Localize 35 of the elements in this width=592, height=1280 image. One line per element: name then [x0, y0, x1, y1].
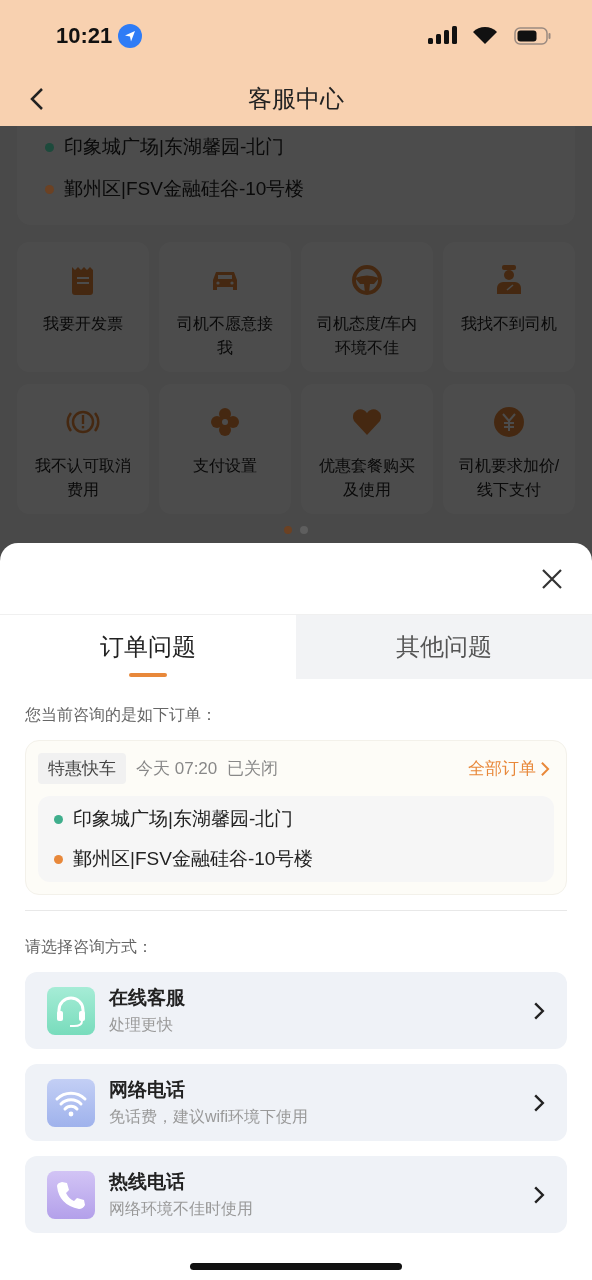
address-text: 印象城广场|东湖馨园-北门: [73, 807, 294, 831]
order-status: 已关闭: [227, 758, 279, 780]
chevron-icon: [533, 1184, 545, 1205]
order-time: 今天 07:20: [136, 758, 218, 780]
option-subtitle: 网络环境不佳时使用: [109, 1199, 254, 1219]
option-subtitle: 处理更快: [109, 1015, 174, 1035]
option-title: 热线电话: [109, 1170, 186, 1194]
chevron-icon: [533, 1092, 545, 1113]
option-title: 在线客服: [109, 986, 186, 1010]
order-prompt: 您当前咨询的是如下订单：: [25, 705, 218, 725]
address-text: 印象城广场|东湖馨园-北门: [64, 135, 285, 159]
contact-option[interactable]: 在线客服 处理更快: [25, 972, 567, 1049]
chevron-icon: [533, 1000, 545, 1021]
tab[interactable]: 其他问题: [296, 615, 592, 679]
contact-option[interactable]: 热线电话 网络环境不佳时使用: [25, 1156, 567, 1233]
contact-option[interactable]: 网络电话 免话费，建议wifi环境下使用: [25, 1064, 567, 1141]
address-text: 鄞州区|FSV金融硅谷-10号楼: [73, 847, 314, 871]
service-tag: 特惠快车: [38, 753, 126, 784]
close-icon: [540, 566, 564, 591]
location-icon: [118, 24, 143, 48]
option-subtitle: 免话费，建议wifi环境下使用: [109, 1107, 310, 1127]
option-title: 网络电话: [109, 1078, 186, 1102]
chevron-icon: [540, 760, 550, 777]
page-title: 客服中心: [248, 84, 344, 114]
back-icon: [30, 87, 44, 111]
address-text: 鄞州区|FSV金融硅谷-10号楼: [64, 177, 305, 201]
signal-icon: [428, 26, 460, 46]
battery-icon: [514, 26, 552, 46]
headset-icon: [47, 986, 95, 1035]
status-time: 10:21: [56, 23, 113, 49]
wifi-icon: [47, 1078, 95, 1127]
close-button[interactable]: [540, 566, 564, 591]
phone-icon: [47, 1170, 95, 1219]
wifi-icon: [472, 26, 498, 46]
method-prompt: 请选择咨询方式：: [25, 937, 154, 957]
